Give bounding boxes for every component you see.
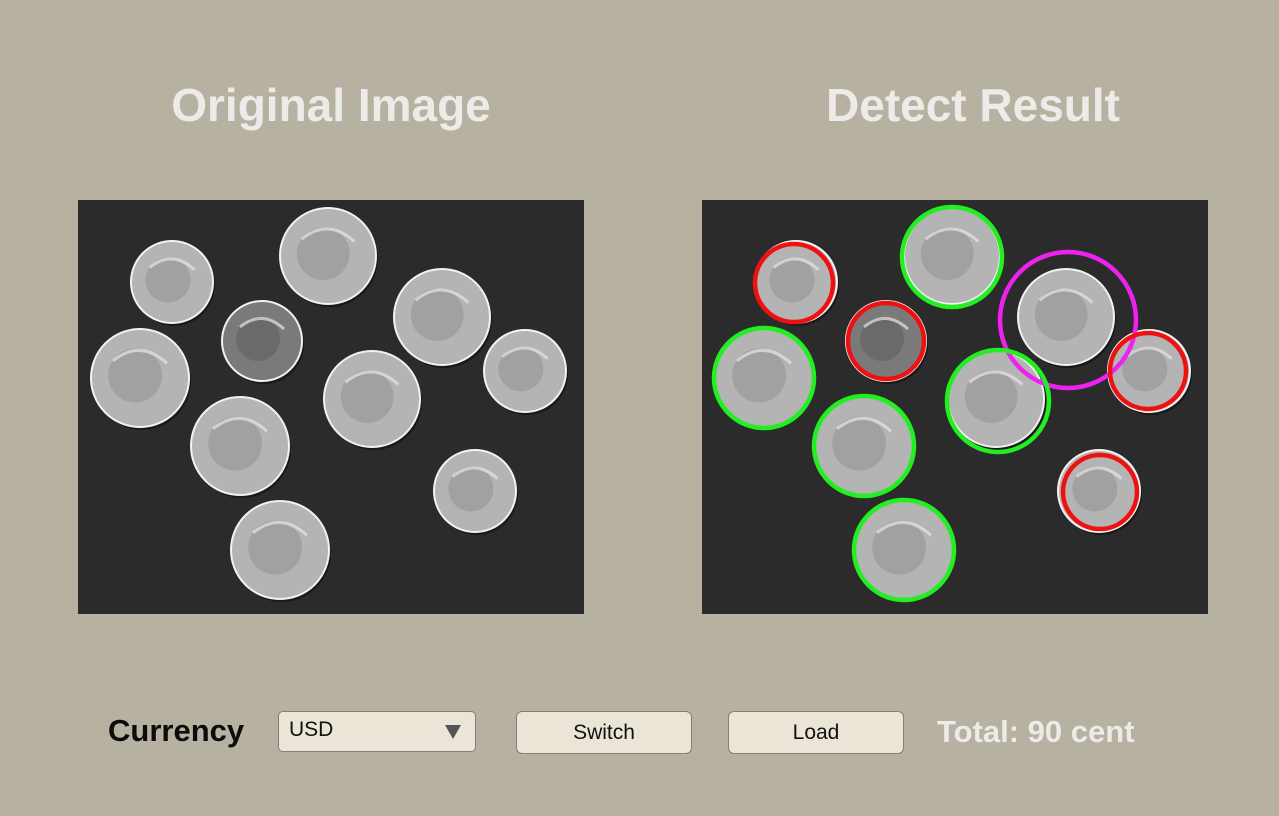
dime-coin (130, 240, 215, 326)
load-button[interactable]: Load (728, 711, 904, 754)
dime-coin (221, 300, 304, 384)
original-image-panel (78, 200, 584, 614)
nickel-coin (230, 500, 331, 602)
detected-coins-image (711, 204, 1192, 603)
dime-coin (1057, 449, 1142, 535)
dime-coin (433, 449, 518, 535)
original-coins-image (90, 207, 568, 602)
currency-select[interactable]: USD (278, 711, 476, 752)
nickel-coin (323, 350, 422, 450)
detect-result-panel (702, 200, 1208, 614)
nickel-coin (190, 396, 291, 498)
detect-result-title: Detect Result (826, 79, 1120, 131)
currency-label: Currency (108, 713, 245, 748)
total-result-text: Total: 90 cent (937, 714, 1135, 749)
dime-coin (483, 329, 568, 415)
nickel-coin (279, 207, 378, 307)
switch-button[interactable]: Switch (516, 711, 692, 754)
dropdown-arrow-icon[interactable] (445, 725, 461, 739)
currency-select-value: USD (289, 718, 334, 741)
quarter-coin (1017, 268, 1116, 368)
original-image-title: Original Image (171, 79, 491, 131)
quarter-coin (393, 268, 492, 368)
nickel-coin (90, 328, 191, 430)
